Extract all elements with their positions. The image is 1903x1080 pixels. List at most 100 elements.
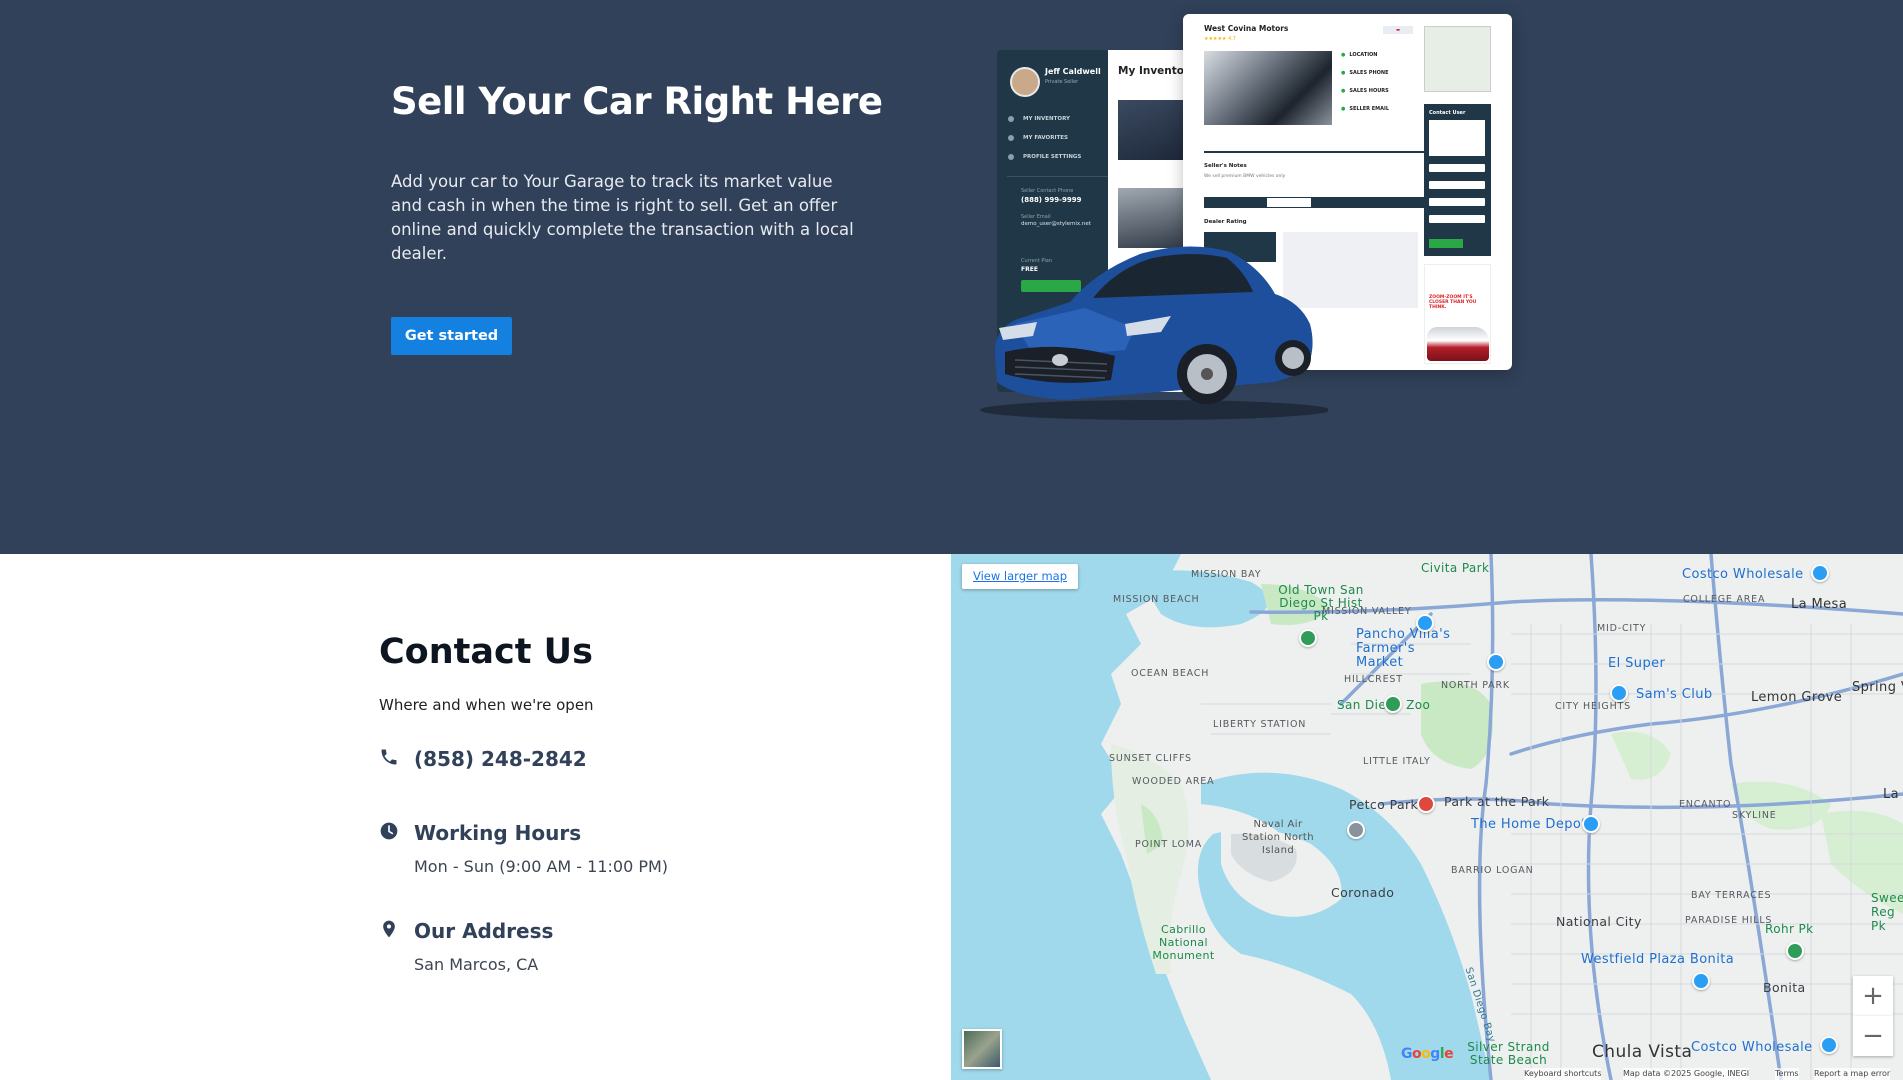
contact-title: Contact Us: [379, 632, 593, 672]
mockup-phone-label: Seller Contact Phone: [1021, 188, 1074, 194]
map-label: OCEAN BEACH: [1131, 668, 1210, 679]
map-label: Lemon Grove: [1751, 690, 1843, 705]
mockup-field: [1429, 181, 1485, 189]
mockup-contact-form: Contact User: [1424, 104, 1491, 256]
map-label: Silver Strand State Beach: [1467, 1040, 1550, 1067]
terms-link[interactable]: Terms: [1775, 1068, 1799, 1080]
mockup-info-row: ● SALES PHONE: [1341, 70, 1389, 76]
google-map[interactable]: MISSION BAY MISSION BEACH Old Town San D…: [951, 554, 1903, 1080]
map-label: MISSION BEACH: [1113, 594, 1200, 605]
get-started-button[interactable]: Get started: [391, 317, 512, 355]
avatar: [1010, 67, 1040, 97]
star-icon: [1008, 135, 1014, 141]
dealer-photo: [1204, 51, 1332, 125]
map-label: La Mesa: [1791, 597, 1848, 612]
map-label: BAY TERRACES: [1691, 890, 1772, 901]
google-logo: Google: [1401, 1046, 1454, 1062]
map-label: HILLCREST: [1344, 674, 1403, 685]
map-label: Bonita: [1763, 980, 1806, 995]
shopping-pin-icon[interactable]: [1610, 684, 1628, 702]
mockup-nav-item: MY FAVORITES: [1023, 135, 1068, 141]
dealer-logo: ▬: [1383, 26, 1413, 34]
shopping-pin-icon[interactable]: [1811, 564, 1829, 582]
mockup-contact-title: Contact User: [1429, 110, 1466, 116]
park-pin-icon[interactable]: [1786, 942, 1804, 960]
map-label: NORTH PARK: [1441, 680, 1510, 691]
map-label: BARRIO LOGAN: [1451, 865, 1534, 876]
car-image: [980, 246, 1328, 420]
park-pin-icon[interactable]: [1299, 629, 1317, 647]
mockup-profile-role: Private Seller: [1045, 79, 1079, 85]
shopping-pin-icon[interactable]: [1416, 614, 1434, 632]
divider: [1204, 151, 1436, 153]
map-label: Costco Wholesale: [1691, 1040, 1813, 1055]
mockup-profile-name: Jeff Caldwell: [1045, 67, 1101, 76]
map-label: Pancho Villa's Farmer's Market: [1356, 627, 1451, 670]
mockup-field: [1429, 198, 1485, 206]
map-data-attribution: Map data ©2025 Google, INEGI: [1623, 1068, 1750, 1080]
mockup-email-label: Seller Email: [1021, 214, 1051, 220]
map-label: The Home Depot: [1471, 817, 1587, 832]
mockup-email: demo_user@stylemix.net: [1021, 221, 1091, 227]
map-label: PARADISE HILLS: [1685, 915, 1773, 926]
keyboard-shortcuts-link[interactable]: Keyboard shortcuts: [1524, 1068, 1602, 1080]
working-hours-value: Mon - Sun (9:00 AM - 11:00 PM): [414, 857, 669, 876]
mockup-active-tab: [1266, 197, 1312, 208]
mockup-ad: ZOOM-ZOOM IT'S CLOSER THAN YOU THINK.: [1424, 264, 1491, 364]
map-label: MISSION BAY: [1191, 569, 1262, 580]
map-label: SKYLINE: [1732, 810, 1777, 821]
zoo-pin-icon[interactable]: [1384, 695, 1402, 713]
map-label: Costco Wholesale: [1682, 567, 1804, 582]
zoom-out-button[interactable]: −: [1853, 1016, 1893, 1056]
mockup-ad-text: ZOOM-ZOOM IT'S CLOSER THAN YOU THINK.: [1429, 295, 1477, 310]
map-label: COLLEGE AREA: [1683, 594, 1766, 605]
ad-car-image: [1427, 327, 1489, 361]
mockup-dealer-rating: ★★★★★ 4.7: [1204, 36, 1236, 42]
map-label: LITTLE ITALY: [1363, 756, 1431, 767]
map-label: LIBERTY STATION: [1213, 719, 1307, 730]
shopping-pin-icon[interactable]: [1692, 972, 1710, 990]
location-pin-icon[interactable]: [1417, 795, 1435, 813]
map-label: Spring Va: [1852, 680, 1903, 695]
mockup-nav-item: PROFILE SETTINGS: [1023, 154, 1082, 160]
satellite-toggle[interactable]: [962, 1029, 1002, 1069]
mockup-notes-title: Seller's Notes: [1204, 163, 1247, 169]
hero-title: Sell Your Car Right Here: [391, 80, 883, 123]
zoom-in-button[interactable]: +: [1853, 976, 1893, 1016]
mockup-rating-title: Dealer Rating: [1204, 219, 1247, 225]
shopping-pin-icon[interactable]: [1487, 653, 1505, 671]
map-label: Civita Park: [1421, 561, 1490, 575]
mockup-dealer-title: West Covina Motors: [1204, 24, 1289, 33]
contact-phone[interactable]: (858) 248-2842: [414, 747, 587, 771]
inventory-icon: [1008, 116, 1014, 122]
mockup-phone: (888) 999-9999: [1021, 196, 1082, 204]
map-label: ENCANTO: [1679, 799, 1732, 810]
map-label: MISSION VALLEY: [1322, 606, 1412, 617]
map-label: Park at the Park: [1444, 794, 1550, 809]
mockup-info-row: ● LOCATION: [1341, 52, 1378, 58]
clock-icon: [380, 822, 398, 840]
map-label: WOODED AREA: [1132, 776, 1215, 787]
map-label: Westfield Plaza Bonita: [1581, 952, 1735, 967]
map-label: La: [1883, 787, 1900, 802]
map-label: Rohr Pk: [1765, 922, 1814, 936]
shopping-pin-icon[interactable]: [1582, 815, 1600, 833]
map-label: SUNSET CLIFFS: [1109, 753, 1192, 764]
hero-description: Add your car to Your Garage to track its…: [391, 172, 854, 263]
map-label: Old Town San Diego St Hist Pk: [1278, 583, 1364, 623]
mockup-send-button: [1429, 239, 1463, 248]
map-label: MID-CITY: [1597, 623, 1647, 634]
map-label: CITY HEIGHTS: [1555, 701, 1631, 712]
view-larger-map-link[interactable]: View larger map: [962, 564, 1078, 589]
mockup-info-row: ● SELLER EMAIL: [1341, 106, 1390, 112]
address-value: San Marcos, CA: [414, 955, 539, 974]
map-label: Cabrillo National Monument: [1152, 923, 1215, 962]
contact-subtitle: Where and when we're open: [379, 696, 594, 714]
map-label: Coronado: [1331, 885, 1395, 900]
shopping-pin-icon[interactable]: [1820, 1036, 1838, 1054]
phone-icon: [381, 749, 397, 765]
place-pin-icon[interactable]: [1347, 821, 1365, 839]
mockup-map: [1424, 26, 1491, 92]
map-pin-icon: [383, 920, 395, 938]
report-map-error-link[interactable]: Report a map error: [1814, 1068, 1891, 1080]
